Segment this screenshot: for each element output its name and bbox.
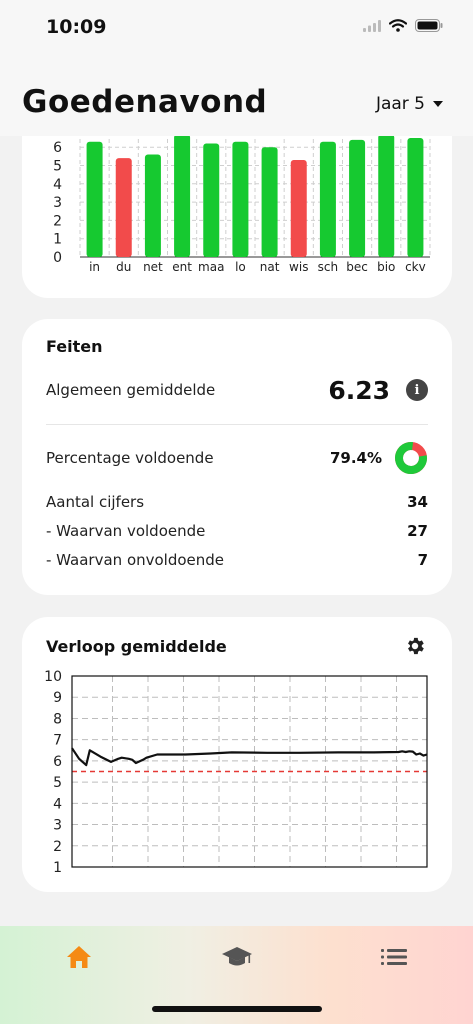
x-tick-label: ent (172, 260, 192, 274)
bar-bec (349, 139, 366, 257)
bar-nat (261, 147, 278, 257)
percentage-value: 79.4% (329, 449, 382, 467)
x-tick-label: net (143, 260, 163, 274)
tab-grades[interactable] (219, 944, 255, 974)
y-tick-label: 5 (53, 775, 62, 791)
home-indicator (152, 1006, 322, 1012)
settings-gear-icon[interactable] (404, 635, 426, 661)
fail-count-row: - Waarvan onvoldoende 7 (46, 549, 428, 571)
average-value: 6.23 (328, 375, 390, 405)
percentage-row: Percentage voldoende 79.4% (46, 441, 428, 475)
bar-du (115, 158, 132, 257)
bar-bio (378, 134, 395, 257)
y-tick-label: 6 (53, 140, 62, 156)
average-label: Algemeen gemiddelde (46, 381, 216, 399)
bar-sch (319, 141, 336, 257)
x-tick-label: nat (260, 260, 280, 274)
y-tick-label: 3 (53, 818, 62, 834)
y-tick-label: 2 (53, 839, 62, 855)
bar-lo (232, 141, 249, 257)
graduation-cap-icon (221, 944, 253, 974)
percentage-label: Percentage voldoende (46, 449, 214, 467)
y-tick-label: 1 (53, 232, 62, 248)
status-bar: 10:09 (0, 0, 473, 54)
wifi-icon (388, 17, 408, 36)
y-tick-label: 7 (53, 733, 62, 749)
pass-count-value: 27 (407, 522, 428, 540)
x-tick-label: bio (377, 260, 395, 274)
average-trend-chart: 1 2 3 4 5 6 7 8 9 10 (44, 669, 428, 876)
trend-title: Verloop gemiddelde (46, 637, 227, 656)
bar-net (144, 154, 161, 257)
status-icons (363, 17, 443, 36)
count-row: Aantal cijfers 34 (46, 491, 428, 513)
home-icon (65, 944, 93, 974)
facts-card: Feiten Algemeen gemiddelde 6.23 i Percen… (22, 319, 452, 595)
y-tick-label: 9 (53, 690, 62, 706)
chevron-down-icon (433, 101, 443, 107)
x-tick-label: wis (289, 260, 308, 274)
page-title: Goedenavond (22, 84, 268, 120)
header: Goedenavond Jaar 5 (0, 54, 473, 136)
bar-wis (290, 160, 307, 257)
y-tick-label: 1 (53, 860, 62, 876)
y-tick-label: 0 (53, 250, 62, 266)
y-tick-label: 4 (53, 177, 62, 193)
fail-count-value: 7 (417, 551, 428, 569)
x-tick-label: in (89, 260, 100, 274)
x-tick-label: sch (318, 260, 338, 274)
fail-count-label: - Waarvan onvoldoende (46, 551, 225, 569)
x-tick-label: du (116, 260, 131, 274)
pass-count-row: - Waarvan voldoende 27 (46, 520, 428, 542)
y-tick-label: 6 (53, 754, 62, 770)
year-selector[interactable]: Jaar 5 (376, 94, 443, 114)
bar-ent (174, 134, 191, 257)
average-trend-line (71, 747, 428, 767)
y-tick-label: 3 (53, 195, 62, 211)
facts-title: Feiten (46, 337, 103, 356)
battery-icon (415, 17, 443, 36)
count-label: Aantal cijfers (46, 493, 145, 511)
y-tick-label: 2 (53, 213, 62, 229)
percentage-donut-chart (395, 442, 427, 474)
list-icon (381, 947, 407, 971)
y-tick-label: 5 (53, 159, 62, 175)
y-tick-label: 8 (53, 711, 62, 727)
status-time: 10:09 (46, 16, 107, 38)
bar-ckv (407, 138, 424, 257)
info-icon[interactable]: i (406, 379, 428, 401)
x-tick-label: ckv (405, 260, 426, 274)
y-tick-label: 10 (44, 669, 62, 685)
signal-icon (363, 17, 381, 36)
pass-count-label: - Waarvan voldoende (46, 522, 206, 540)
x-tick-label: maa (198, 260, 224, 274)
bar-maa (203, 143, 220, 257)
year-selector-label: Jaar 5 (375, 94, 425, 114)
x-tick-label: bec (346, 260, 368, 274)
x-tick-label: lo (235, 260, 246, 274)
average-row: Algemeen gemiddelde 6.23 i (46, 375, 428, 405)
bar-in (86, 141, 103, 257)
tab-home[interactable] (61, 944, 97, 974)
average-trend-card: Verloop gemiddelde 1 2 3 4 5 6 7 8 9 10 (22, 617, 452, 892)
count-value: 34 (407, 493, 428, 511)
divider (46, 424, 428, 425)
y-tick-label: 4 (53, 796, 62, 812)
tab-list[interactable] (376, 944, 412, 974)
